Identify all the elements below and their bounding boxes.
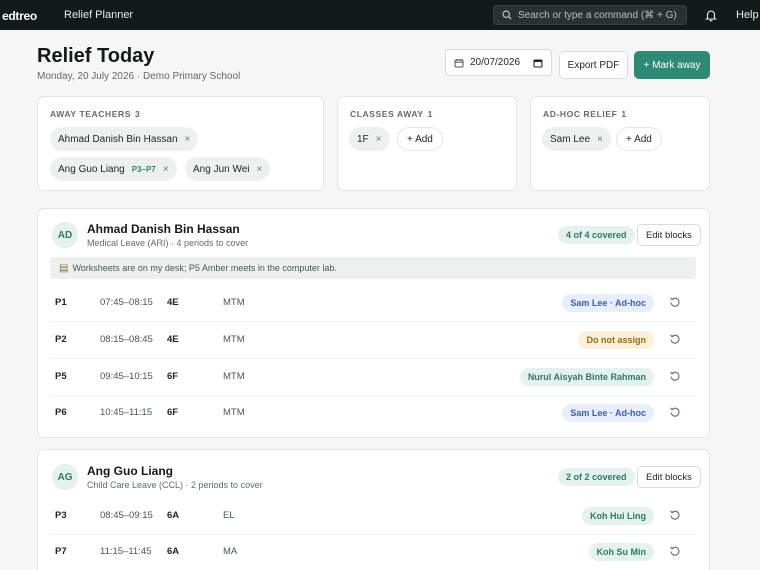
period: P1 — [55, 297, 67, 308]
reset-icon[interactable] — [669, 333, 681, 345]
class-code: 6A — [167, 546, 180, 557]
subject: EL — [223, 510, 235, 521]
remove-icon[interactable]: × — [376, 134, 382, 145]
time-slot: 09:45–10:15 — [100, 371, 153, 382]
period: P6 — [55, 407, 67, 418]
time-slot: 10:45–11:15 — [100, 407, 153, 418]
mark-away-button[interactable]: + Mark away — [634, 51, 710, 79]
edit-blocks-button[interactable]: Edit blocks — [637, 466, 701, 488]
away-teachers-count: 3 — [135, 109, 141, 119]
calendar-icon — [454, 58, 464, 67]
date-picker[interactable]: 20/07/2026 — [445, 49, 552, 76]
avatar: AG — [52, 464, 78, 490]
reset-icon[interactable] — [669, 296, 681, 308]
adhoc-relief-count: 1 — [621, 109, 627, 119]
classes-away-heading: CLASSES AWAY 1 — [350, 109, 433, 119]
time-slot: 08:45–09:15 — [100, 510, 153, 521]
table-row: P6 10:45–11:15 6F MTM Sam Lee · Ad-hoc — [38, 395, 708, 432]
away-teachers-heading: AWAY TEACHERS 3 — [50, 109, 141, 119]
table-row: P7 11:15–11:45 6A MA Koh Su Min — [38, 534, 708, 570]
teacher-card: AD Ahmad Danish Bin Hassan Medical Leave… — [37, 208, 710, 438]
away-teacher-chip[interactable]: Ahmad Danish Bin Hassan × — [50, 127, 199, 151]
classes-away-count: 1 — [427, 109, 433, 119]
leave-details: Child Care Leave (CCL) · 2 periods to co… — [87, 480, 263, 490]
time-slot: 08:15–08:45 — [100, 334, 153, 345]
class-code: 6A — [167, 510, 180, 521]
top-navigation-bar: edtreo Relief Planner Help · — [0, 0, 760, 30]
remove-icon[interactable]: × — [597, 134, 603, 145]
app-logo[interactable]: edtreo — [2, 9, 37, 23]
teacher-note: ▤ Worksheets are on my desk; P5 Amber me… — [50, 257, 696, 279]
away-teacher-chip[interactable]: Ang Guo Liang P3–P7 × — [50, 157, 177, 181]
assignee-pill[interactable]: Koh Su Min — [588, 543, 654, 561]
coverage-badge: 2 of 2 covered — [558, 468, 635, 486]
subject: MTM — [223, 407, 245, 418]
class-away-chip[interactable]: 1F × — [349, 127, 390, 151]
adhoc-relief-card: AD-HOC RELIEF 1 Sam Lee × + Add — [530, 96, 710, 191]
teacher-name: Ang Guo Liang — [87, 464, 173, 478]
calendar-picker-icon[interactable] — [533, 58, 543, 68]
teacher-card: AG Ang Guo Liang Child Care Leave (CCL) … — [37, 449, 710, 570]
add-class-button[interactable]: + Add — [397, 127, 443, 151]
page-subtitle: Monday, 20 July 2026 · Demo Primary Scho… — [37, 71, 241, 82]
away-teacher-chip[interactable]: Ang Jun Wei × — [185, 157, 271, 181]
table-row: P2 08:15–08:45 4E MTM Do not assign — [38, 322, 708, 359]
reset-icon[interactable] — [669, 370, 681, 382]
assignee-pill[interactable]: Sam Lee · Ad-hoc — [562, 294, 654, 312]
app-name[interactable]: Relief Planner — [64, 9, 133, 21]
coverage-badge: 4 of 4 covered — [558, 226, 635, 244]
subject: MTM — [223, 334, 245, 345]
period: P5 — [55, 371, 67, 382]
note-icon: ▤ — [59, 262, 69, 274]
leave-details: Medical Leave (ARI) · 4 periods to cover — [87, 238, 249, 248]
assignee-pill[interactable]: Do not assign — [578, 331, 654, 349]
assignee-pill[interactable]: Koh Hui Ling — [582, 507, 654, 525]
period-range-tag: P3–P7 — [131, 164, 156, 174]
assignee-pill[interactable]: Nurul Aisyah Binte Rahman — [519, 368, 654, 386]
help-menu[interactable]: Help · — [736, 9, 760, 21]
subject: MTM — [223, 371, 245, 382]
class-code: 4E — [167, 297, 179, 308]
page-title: Relief Today — [37, 45, 155, 67]
class-code: 4E — [167, 334, 179, 345]
table-row: P5 09:45–10:15 6F MTM Nurul Aisyah Binte… — [38, 359, 708, 396]
period: P3 — [55, 510, 67, 521]
search-icon — [502, 10, 512, 20]
notification-bell-icon[interactable] — [704, 8, 718, 22]
add-adhoc-relief-button[interactable]: + Add — [616, 127, 662, 151]
reset-icon[interactable] — [669, 509, 681, 521]
teacher-name: Ahmad Danish Bin Hassan — [87, 222, 240, 236]
class-code: 6F — [167, 371, 179, 382]
remove-icon[interactable]: × — [185, 134, 191, 145]
command-search-input[interactable] — [518, 9, 678, 21]
reset-icon[interactable] — [669, 406, 681, 418]
remove-icon[interactable]: × — [163, 164, 169, 175]
subject: MA — [223, 546, 238, 557]
avatar: AD — [52, 222, 78, 248]
time-slot: 11:15–11:45 — [100, 546, 152, 557]
date-value[interactable]: 20/07/2026 — [470, 57, 527, 68]
assignee-pill[interactable]: Sam Lee · Ad-hoc — [562, 404, 654, 422]
adhoc-relief-heading: AD-HOC RELIEF 1 — [543, 109, 627, 119]
adhoc-relief-chip[interactable]: Sam Lee × — [542, 127, 611, 151]
time-slot: 07:45–08:15 — [100, 297, 153, 308]
subject: MTM — [223, 297, 245, 308]
table-row: P3 08:45–09:15 6A EL Koh Hui Ling — [38, 498, 708, 535]
command-search[interactable] — [493, 5, 687, 25]
remove-icon[interactable]: × — [257, 164, 263, 175]
reset-icon[interactable] — [669, 545, 681, 557]
table-row: P1 07:45–08:15 4E MTM Sam Lee · Ad-hoc — [38, 285, 708, 322]
class-code: 6F — [167, 407, 179, 418]
away-teachers-card: AWAY TEACHERS 3 Ahmad Danish Bin Hassan ×… — [37, 96, 324, 191]
period: P2 — [55, 334, 67, 345]
export-pdf-button[interactable]: Export PDF — [559, 51, 628, 79]
period: P7 — [55, 546, 67, 557]
classes-away-card: CLASSES AWAY 1 1F × + Add — [337, 96, 517, 191]
edit-blocks-button[interactable]: Edit blocks — [637, 224, 701, 246]
